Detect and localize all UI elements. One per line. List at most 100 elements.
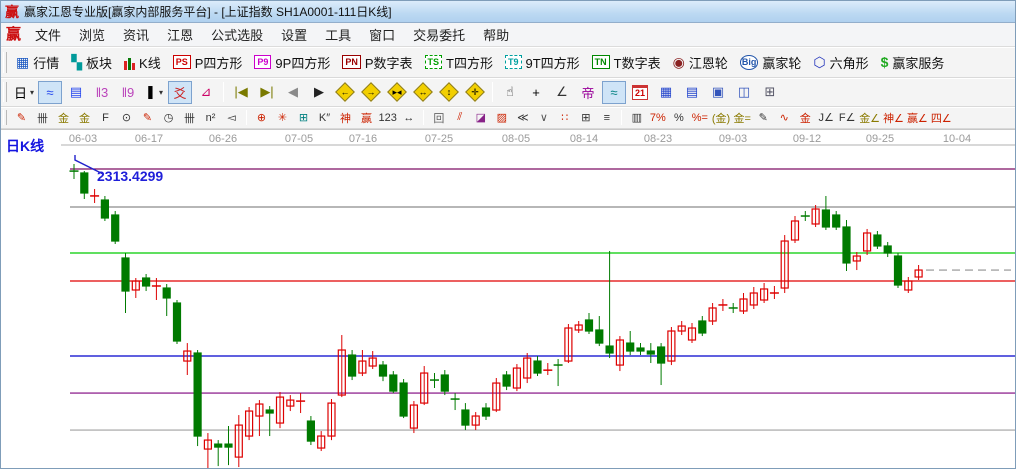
k-notes-tool[interactable]: K″: [315, 108, 335, 127]
candle-11[interactable]: [174, 300, 181, 344]
sectors-button[interactable]: ▚板块: [66, 51, 119, 74]
candle-23[interactable]: [296, 393, 305, 413]
menu-item-5[interactable]: 公式选股: [202, 22, 272, 47]
candle-80[interactable]: [884, 242, 891, 257]
expand-v-diamond[interactable]: ↕: [437, 81, 461, 104]
candle-63[interactable]: [709, 303, 716, 325]
print-tool[interactable]: ⊞: [758, 81, 782, 104]
candle-53[interactable]: [606, 251, 613, 358]
expand-h-diamond[interactable]: ↔: [411, 81, 435, 104]
p-square-button[interactable]: PSP四方形: [168, 51, 250, 74]
hexagon-button[interactable]: ⬡六角形: [808, 51, 875, 74]
grid-dots-tool[interactable]: ∷: [555, 108, 575, 127]
wave-tool[interactable]: ≈: [602, 81, 626, 104]
candle-75[interactable]: [833, 211, 840, 230]
candle-54[interactable]: [616, 336, 623, 371]
histogram-tool[interactable]: ⊿: [194, 81, 218, 104]
time-clock-tool[interactable]: ◷: [159, 108, 179, 127]
starburst-tool[interactable]: ✳: [273, 108, 293, 127]
candle-51[interactable]: [586, 313, 593, 334]
gold-levels-tool[interactable]: 金=: [732, 108, 752, 127]
t-square-button[interactable]: TST四方形: [420, 51, 500, 74]
candle-58[interactable]: [658, 343, 665, 385]
candle-49[interactable]: [565, 324, 572, 363]
candle-48[interactable]: [554, 359, 563, 386]
brush-tool-2[interactable]: ✎: [138, 108, 158, 127]
candle-8[interactable]: [143, 274, 150, 291]
step-forward-button[interactable]: ▶: [307, 81, 331, 104]
quotes-button[interactable]: ▦行情: [11, 51, 66, 74]
candle-74[interactable]: [822, 196, 829, 230]
save-tool[interactable]: ▣: [706, 81, 730, 104]
candle-36[interactable]: [430, 373, 439, 388]
candle-1[interactable]: [70, 164, 79, 179]
candle-17[interactable]: [235, 415, 242, 467]
kline-chart[interactable]: 06-0306-1706-2607-0507-1607-2508-0508-14…: [1, 130, 1015, 468]
gold-red-lines-tool[interactable]: 金: [795, 108, 815, 127]
gann-text-tool[interactable]: 帝: [576, 81, 600, 104]
candle-38[interactable]: [451, 393, 460, 410]
menu-item-10[interactable]: 帮助: [474, 22, 518, 47]
candle-69[interactable]: [770, 286, 779, 299]
gold-gann-lines-1[interactable]: 金: [54, 108, 74, 127]
menu-item-3[interactable]: 资讯: [114, 22, 158, 47]
candle-77[interactable]: [853, 252, 860, 270]
cycle-circle-tool[interactable]: ⊙: [117, 108, 137, 127]
ying-angle-tool[interactable]: 赢∠: [906, 108, 929, 127]
boxed-fan-tool-2[interactable]: ▨: [492, 108, 512, 127]
shen-lines-tool[interactable]: 神: [336, 108, 356, 127]
gold-angle-tool[interactable]: 金∠: [858, 108, 881, 127]
angle-tool[interactable]: ∠: [550, 81, 574, 104]
candle-59[interactable]: [668, 327, 675, 365]
candle-20[interactable]: [266, 406, 273, 436]
period-selector[interactable]: 日▾: [12, 81, 36, 104]
parallel-lines-tool[interactable]: ≡: [597, 108, 617, 127]
candle-43[interactable]: [503, 371, 510, 390]
percent-tool[interactable]: %: [669, 108, 689, 127]
candle-47[interactable]: [543, 363, 552, 375]
si-angle-tool[interactable]: 四∠: [930, 108, 953, 127]
p-number-button[interactable]: PNP数字表: [337, 51, 419, 74]
candle-67[interactable]: [750, 287, 757, 309]
wave-red-tool[interactable]: ∿: [774, 108, 794, 127]
candle-55[interactable]: [627, 331, 634, 355]
candle-33[interactable]: [400, 379, 407, 418]
candle-5[interactable]: [112, 211, 119, 244]
candle-62[interactable]: [699, 316, 706, 336]
v-shape-tool[interactable]: ∨: [534, 108, 554, 127]
menu-item-6[interactable]: 设置: [272, 22, 316, 47]
candle-70[interactable]: [781, 235, 788, 293]
notes-tool[interactable]: ▤: [680, 81, 704, 104]
grid-box-tool[interactable]: ⊞: [294, 108, 314, 127]
candle-32[interactable]: [390, 371, 397, 393]
candle-50[interactable]: [575, 321, 582, 333]
n-square-tool[interactable]: n²: [201, 108, 221, 127]
candle-71[interactable]: [792, 216, 799, 243]
candle-72[interactable]: [801, 211, 810, 221]
boxed-fan-tool-1[interactable]: ◪: [471, 108, 491, 127]
winner-service-button[interactable]: $赢家服务: [876, 51, 952, 74]
menu-item-4[interactable]: 江恩: [158, 22, 202, 47]
candle-83[interactable]: [915, 265, 922, 280]
gann-fan-tool[interactable]: ⫽: [450, 108, 470, 127]
hand-tool[interactable]: ☝: [498, 81, 522, 104]
expand-all-diamond[interactable]: ✛: [463, 81, 487, 104]
crosshair-tool[interactable]: +: [524, 81, 548, 104]
angle-brush-tool[interactable]: ✎: [12, 108, 32, 127]
candle-42[interactable]: [493, 378, 500, 412]
candle-40[interactable]: [472, 412, 479, 430]
candle-22[interactable]: [287, 395, 294, 411]
menu-item-2[interactable]: 浏览: [70, 22, 114, 47]
t9-square-button[interactable]: T99T四方形: [500, 51, 587, 74]
menu-item-9[interactable]: 交易委托: [404, 22, 474, 47]
candle-26[interactable]: [328, 399, 335, 440]
toolbar-grip[interactable]: [3, 52, 7, 73]
candle-46[interactable]: [534, 356, 541, 376]
pattern-tool[interactable]: 爻: [168, 81, 192, 104]
calculator-tool[interactable]: ▦: [654, 81, 678, 104]
grid-lines-tool[interactable]: ⊞: [576, 108, 596, 127]
candle-56[interactable]: [637, 343, 644, 355]
circle-crosshair-tool[interactable]: ⊕: [252, 108, 272, 127]
candle-39[interactable]: [462, 403, 469, 430]
toolbar-grip[interactable]: [3, 82, 7, 102]
